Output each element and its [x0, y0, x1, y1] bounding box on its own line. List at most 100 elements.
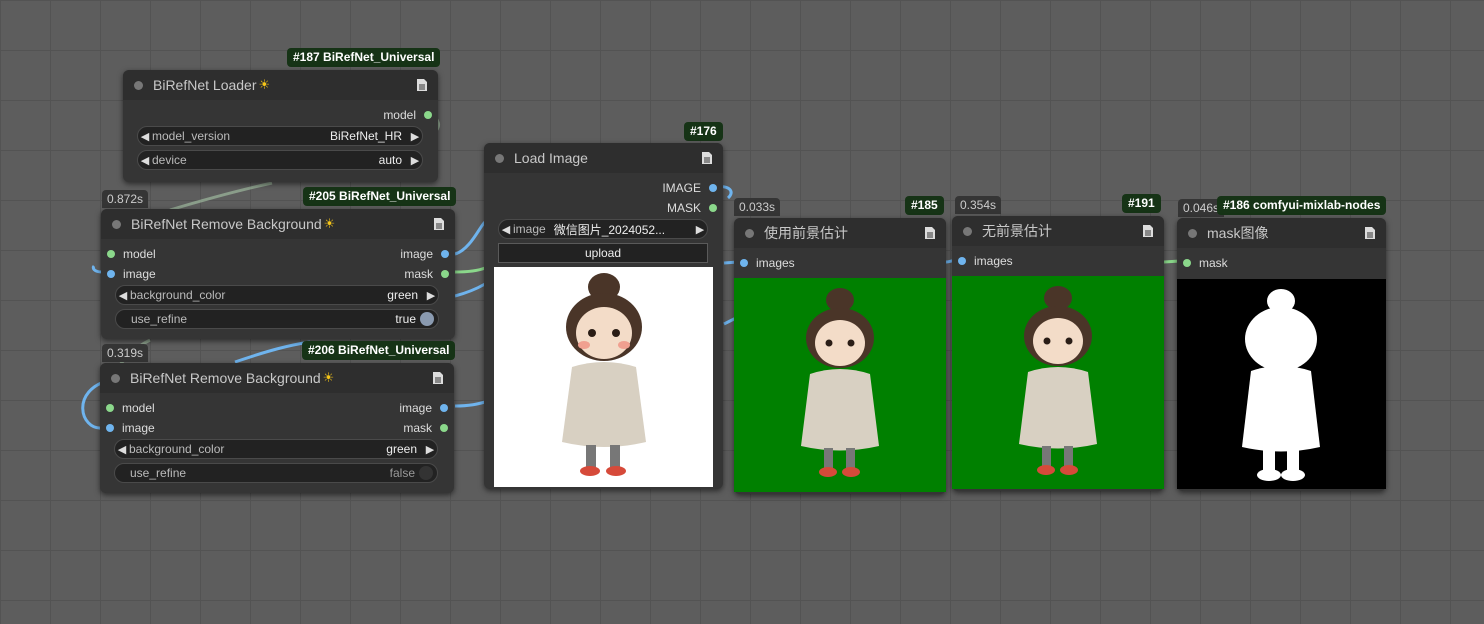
- input-model[interactable]: model: [106, 401, 155, 415]
- mask-preview-node-186[interactable]: mask图像 mask: [1177, 218, 1386, 491]
- node-header[interactable]: 无前景估计: [952, 216, 1164, 246]
- arrow-left-icon[interactable]: ◀: [116, 289, 130, 302]
- collapse-dot[interactable]: [1188, 228, 1197, 238]
- output-image[interactable]: image: [400, 247, 449, 261]
- node-header[interactable]: Load Image: [484, 143, 723, 173]
- device-select[interactable]: ◀ device auto ▶: [137, 150, 423, 170]
- exec-time: 0.354s: [955, 196, 1002, 214]
- output-mask[interactable]: mask: [403, 421, 448, 435]
- node-title: 无前景估计: [982, 223, 1052, 239]
- node-header[interactable]: BiRefNet Remove Background ☀: [100, 363, 454, 393]
- toggle-on-icon[interactable]: [420, 312, 434, 326]
- doc-icon[interactable]: [416, 78, 428, 92]
- output-mask[interactable]: mask: [404, 267, 449, 281]
- input-mask[interactable]: mask: [1183, 256, 1228, 270]
- link-image-205: [454, 220, 487, 256]
- node-badge: #206 BiRefNet_Universal: [302, 341, 456, 360]
- collapse-dot[interactable]: [134, 80, 143, 90]
- arrow-right-icon[interactable]: ▶: [423, 443, 437, 456]
- remove-background-node-206[interactable]: BiRefNet Remove Background ☀ model image…: [100, 363, 454, 493]
- node-header[interactable]: 使用前景估计: [734, 218, 946, 248]
- node-title: BiRefNet Remove Background: [131, 216, 322, 232]
- output-pin[interactable]: [424, 111, 432, 119]
- node-title: mask图像: [1207, 225, 1269, 241]
- mask-preview: [1177, 279, 1386, 489]
- upload-button[interactable]: upload: [498, 243, 708, 263]
- arrow-right-icon[interactable]: ▶: [408, 130, 422, 143]
- collapse-dot[interactable]: [495, 153, 504, 163]
- node-header[interactable]: BiRefNet Remove Background ☀: [101, 209, 455, 239]
- arrow-right-icon[interactable]: ▶: [408, 154, 422, 167]
- input-images[interactable]: images: [958, 254, 1013, 268]
- node-title: Load Image: [514, 150, 588, 166]
- input-image[interactable]: image: [107, 267, 156, 281]
- node-badge: #185: [905, 196, 944, 215]
- remove-background-node-205[interactable]: BiRefNet Remove Background ☀ model image…: [101, 209, 455, 339]
- link-mask-205: [454, 266, 486, 274]
- input-pin[interactable]: [106, 424, 114, 432]
- output-pin[interactable]: [441, 270, 449, 278]
- doc-icon[interactable]: [1364, 226, 1376, 240]
- node-badge: #186 comfyui-mixlab-nodes: [1217, 196, 1387, 215]
- output-image[interactable]: image: [399, 401, 448, 415]
- input-pin[interactable]: [106, 404, 114, 412]
- node-title: 使用前景估计: [764, 225, 848, 241]
- collapse-dot[interactable]: [963, 226, 972, 236]
- output-pin[interactable]: [709, 204, 717, 212]
- collapse-dot[interactable]: [112, 219, 121, 229]
- output-pin[interactable]: [441, 250, 449, 258]
- link-206-image-out: [234, 340, 311, 364]
- input-model[interactable]: model: [107, 247, 156, 261]
- arrow-left-icon[interactable]: ◀: [499, 223, 513, 236]
- exec-time: 0.319s: [102, 344, 149, 362]
- collapse-dot[interactable]: [111, 373, 120, 383]
- girl-illustration: [801, 288, 879, 477]
- output-pin[interactable]: [440, 424, 448, 432]
- background-color-select[interactable]: ◀ background_color green ▶: [115, 285, 439, 305]
- input-pin[interactable]: [958, 257, 966, 265]
- node-title: BiRefNet Loader: [153, 77, 257, 93]
- output-mask[interactable]: MASK: [667, 201, 717, 215]
- use-refine-toggle[interactable]: use_refine true: [115, 309, 439, 329]
- arrow-left-icon[interactable]: ◀: [115, 443, 129, 456]
- input-pin[interactable]: [740, 259, 748, 267]
- input-pin[interactable]: [1183, 259, 1191, 267]
- doc-icon[interactable]: [433, 217, 445, 231]
- arrow-left-icon[interactable]: ◀: [138, 154, 152, 167]
- doc-icon[interactable]: [432, 371, 444, 385]
- input-pin[interactable]: [107, 250, 115, 258]
- preview-node-185[interactable]: 使用前景估计 images: [734, 218, 946, 494]
- output-image[interactable]: IMAGE: [662, 181, 717, 195]
- arrow-left-icon[interactable]: ◀: [138, 130, 152, 143]
- model-version-select[interactable]: ◀ model_version BiRefNet_HR ▶: [137, 126, 423, 146]
- green-preview: [734, 278, 946, 492]
- output-model[interactable]: model: [383, 108, 432, 122]
- input-pin[interactable]: [107, 270, 115, 278]
- preview-node-191[interactable]: 无前景估计 images: [952, 216, 1164, 491]
- node-header[interactable]: BiRefNet Loader ☀: [123, 70, 438, 100]
- arrow-right-icon[interactable]: ▶: [424, 289, 438, 302]
- birefnet-loader-node[interactable]: BiRefNet Loader ☀ model ◀ model_version …: [123, 70, 438, 182]
- doc-icon[interactable]: [1142, 224, 1154, 238]
- use-refine-toggle[interactable]: use_refine false: [114, 463, 438, 483]
- arrow-right-icon[interactable]: ▶: [693, 223, 707, 236]
- node-badge: #205 BiRefNet_Universal: [303, 187, 457, 206]
- output-pin[interactable]: [709, 184, 717, 192]
- green-preview: [952, 276, 1164, 489]
- girl-illustration: [1019, 286, 1097, 475]
- node-title: BiRefNet Remove Background: [130, 370, 321, 386]
- load-image-node[interactable]: Load Image IMAGE MASK ◀ image 微信图片_20240…: [484, 143, 723, 489]
- collapse-dot[interactable]: [745, 228, 754, 238]
- girl-illustration: [562, 273, 646, 476]
- node-header[interactable]: mask图像: [1177, 218, 1386, 248]
- toggle-off-icon[interactable]: [419, 466, 433, 480]
- exec-time: 0.872s: [102, 190, 149, 208]
- input-image[interactable]: image: [106, 421, 155, 435]
- doc-icon[interactable]: [701, 151, 713, 165]
- image-select[interactable]: ◀ image 微信图片_2024052... ▶: [498, 219, 708, 239]
- output-pin[interactable]: [440, 404, 448, 412]
- node-badge: #187 BiRefNet_Universal: [287, 48, 441, 67]
- doc-icon[interactable]: [924, 226, 936, 240]
- background-color-select[interactable]: ◀ background_color green ▶: [114, 439, 438, 459]
- input-images[interactable]: images: [740, 256, 795, 270]
